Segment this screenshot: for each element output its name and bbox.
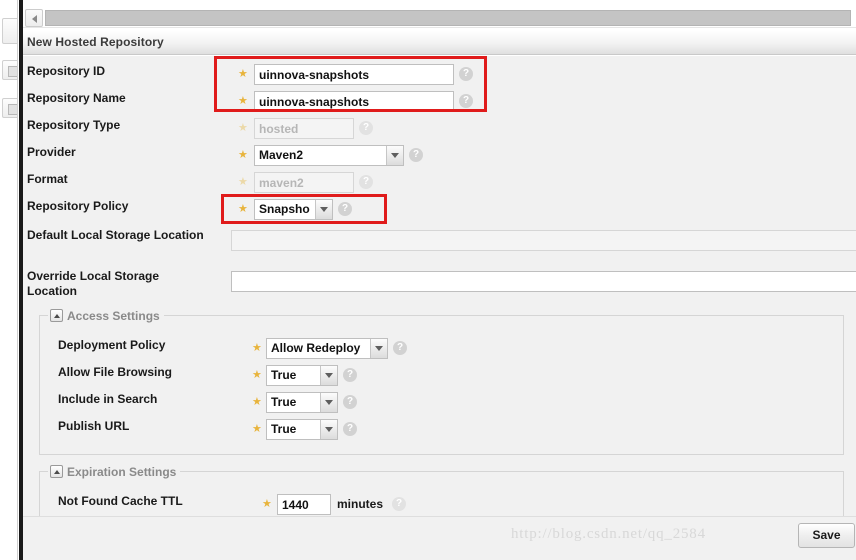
left-divider <box>17 0 18 560</box>
provider-select[interactable]: Maven2 <box>254 145 404 166</box>
form-footer: Save <box>23 516 856 560</box>
help-circle-icon[interactable]: ? <box>343 395 357 409</box>
field-row-allow-file-browsing: Allow File Browsing ★ True ? <box>40 365 845 391</box>
field-label: Repository Name <box>27 91 126 105</box>
include-in-search-select[interactable]: True <box>266 392 338 413</box>
help-circle-icon[interactable]: ? <box>338 202 352 216</box>
publish-url-select[interactable]: True <box>266 419 338 440</box>
deployment-policy-select[interactable]: Allow Redeploy <box>266 338 388 359</box>
chevron-down-icon[interactable] <box>370 339 387 358</box>
help-circle-icon[interactable]: ? <box>359 175 373 189</box>
required-star-icon: ★ <box>238 68 248 80</box>
left-panel-sliver <box>0 0 18 560</box>
help-circle-icon[interactable]: ? <box>409 148 423 162</box>
field-row-provider: Provider ★ Maven2 ? <box>23 145 856 171</box>
field-row-repository-name: Repository Name ★ ? <box>23 91 856 117</box>
collapse-triangle-icon[interactable] <box>50 309 63 323</box>
default-local-storage-input <box>231 230 856 251</box>
not-found-cache-ttl-input[interactable] <box>277 494 331 515</box>
chevron-down-icon[interactable] <box>320 420 337 439</box>
repository-type-input <box>254 118 354 139</box>
repository-name-input[interactable] <box>254 91 454 112</box>
field-row-repository-id: Repository ID ★ ? <box>23 64 856 90</box>
required-star-icon: ★ <box>238 176 248 188</box>
form-body: Repository ID ★ ? Repository Name ★ ? Re… <box>23 56 856 546</box>
field-label: Deployment Policy <box>58 338 166 352</box>
screenshot-root: New Hosted Repository Repository ID ★ ? … <box>0 0 856 560</box>
allow-file-browsing-value: True <box>271 368 297 382</box>
field-row-include-in-search: Include in Search ★ True ? <box>40 392 845 418</box>
collapse-triangle-icon[interactable] <box>50 465 63 479</box>
sliver-item-3[interactable] <box>2 98 18 118</box>
field-row-repository-type: Repository Type ★ ? <box>23 118 856 144</box>
save-button[interactable]: Save <box>798 523 855 548</box>
chevron-left-icon[interactable] <box>25 9 43 27</box>
required-star-icon: ★ <box>238 203 248 215</box>
main-content: New Hosted Repository Repository ID ★ ? … <box>23 0 856 560</box>
field-row-format: Format ★ ? <box>23 172 856 198</box>
allow-file-browsing-select[interactable]: True <box>266 365 338 386</box>
format-input <box>254 172 354 193</box>
repository-policy-select[interactable]: Snapsho <box>254 199 333 220</box>
deployment-policy-value: Allow Redeploy <box>271 341 361 355</box>
help-circle-icon[interactable]: ? <box>343 368 357 382</box>
chevron-down-icon[interactable] <box>315 200 332 219</box>
required-star-icon: ★ <box>252 396 262 408</box>
repository-policy-value: Snapsho <box>259 202 310 216</box>
field-label: Provider <box>27 145 76 159</box>
help-circle-icon[interactable]: ? <box>359 121 373 135</box>
include-in-search-value: True <box>271 395 297 409</box>
watermark-text: http://blog.csdn.net/qq_2584 <box>511 526 706 542</box>
ttl-unit-label: minutes <box>337 497 384 511</box>
field-row-override-local-storage: Override Local Storage Location <box>23 269 856 311</box>
field-row-default-local-storage: Default Local Storage Location <box>23 228 856 268</box>
required-star-icon: ★ <box>238 95 248 107</box>
scrollbar-track[interactable] <box>45 10 851 26</box>
sliver-item-2[interactable] <box>2 60 18 80</box>
sliver-item-1[interactable] <box>2 18 18 44</box>
required-star-icon: ★ <box>252 369 262 381</box>
chevron-down-icon[interactable] <box>320 366 337 385</box>
expiration-settings-legend[interactable]: Expiration Settings <box>48 463 181 479</box>
field-label: Override Local Storage Location <box>27 269 160 298</box>
field-label: Publish URL <box>58 419 130 433</box>
chevron-down-icon[interactable] <box>386 146 403 165</box>
override-local-storage-input[interactable] <box>231 271 856 292</box>
scrollbar-thumb[interactable] <box>45 10 851 26</box>
help-circle-icon[interactable]: ? <box>343 422 357 436</box>
field-label: Not Found Cache TTL <box>58 494 183 508</box>
field-row-repository-policy: Repository Policy ★ Snapsho ? <box>23 199 856 225</box>
access-settings-legend[interactable]: Access Settings <box>48 307 164 323</box>
field-label: Repository Policy <box>27 199 129 213</box>
chevron-left-glyph <box>32 15 37 23</box>
field-label: Include in Search <box>58 392 158 406</box>
required-star-icon: ★ <box>238 149 248 161</box>
required-star-icon: ★ <box>252 342 262 354</box>
chevron-down-icon[interactable] <box>320 393 337 412</box>
publish-url-value: True <box>271 422 297 436</box>
field-label: Repository ID <box>27 64 106 78</box>
panel-header: New Hosted Repository <box>23 31 856 55</box>
access-settings-label: Access Settings <box>67 308 160 323</box>
field-label: Default Local Storage Location <box>27 228 204 242</box>
field-row-deployment-policy: Deployment Policy ★ Allow Redeploy ? <box>40 338 845 364</box>
page-title: New Hosted Repository <box>27 35 164 49</box>
required-star-icon: ★ <box>238 122 248 134</box>
horizontal-scrollbar[interactable] <box>23 9 856 28</box>
help-circle-icon[interactable]: ? <box>392 497 406 511</box>
field-row-publish-url: Publish URL ★ True ? <box>40 419 845 445</box>
required-star-icon: ★ <box>262 498 272 510</box>
repository-id-input[interactable] <box>254 64 454 85</box>
provider-value: Maven2 <box>259 148 304 162</box>
expiration-settings-label: Expiration Settings <box>67 464 177 479</box>
field-label: Repository Type <box>27 118 121 132</box>
field-label: Allow File Browsing <box>58 365 173 379</box>
field-label: Format <box>27 172 68 186</box>
required-star-icon: ★ <box>252 423 262 435</box>
help-circle-icon[interactable]: ? <box>459 67 473 81</box>
help-circle-icon[interactable]: ? <box>459 94 473 108</box>
help-circle-icon[interactable]: ? <box>393 341 407 355</box>
access-settings-section: Access Settings Deployment Policy ★ Allo… <box>39 307 845 455</box>
